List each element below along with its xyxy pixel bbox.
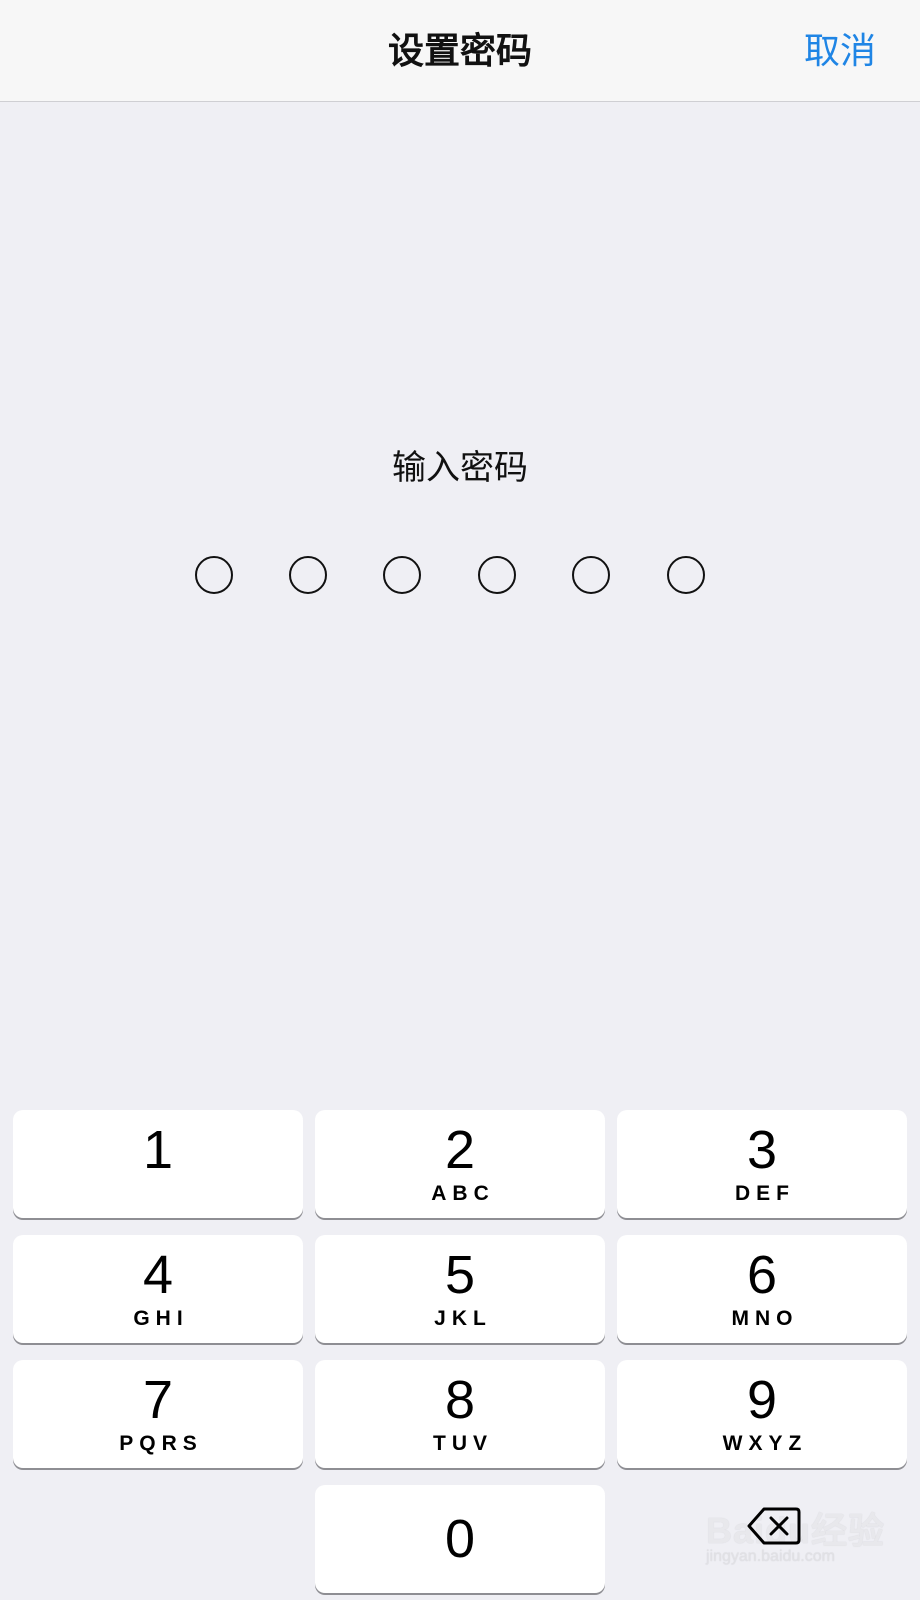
key-digit: 7 [142,1370,174,1430]
key-digit: 1 [142,1120,174,1180]
key-digit: 8 [444,1370,476,1430]
key-0[interactable]: 0 [315,1485,605,1593]
key-digit: 4 [142,1245,174,1305]
passcode-prompt: 输入密码 [392,448,528,488]
passcode-dot [667,556,705,594]
key-digit: 5 [444,1245,476,1305]
key-letters: TUV [433,1432,493,1455]
key-letters: DEF [735,1182,795,1205]
key-digit: 2 [444,1120,476,1180]
passcode-dot [478,556,516,594]
passcode-dot [289,556,327,594]
key-digit: 0 [444,1509,476,1569]
key-digit: 9 [746,1370,778,1430]
backspace-button[interactable] [746,1506,802,1546]
key-letters: WXYZ [722,1432,808,1455]
key-6[interactable]: 6 MNO [617,1235,907,1343]
key-digit: 6 [746,1245,778,1305]
key-letters: MNO [731,1307,799,1330]
key-9[interactable]: 9 WXYZ [617,1360,907,1468]
key-letters: PQRS [119,1432,203,1455]
passcode-dot [195,556,233,594]
passcode-dots [0,556,920,600]
key-8[interactable]: 8 TUV [315,1360,605,1468]
navigation-bar: 设置密码 取消 [0,0,920,102]
key-4[interactable]: 4 GHI [13,1235,303,1343]
key-1[interactable]: 1 [13,1110,303,1218]
passcode-dot [383,556,421,594]
cancel-button[interactable]: 取消 [804,24,876,80]
page-title: 设置密码 [387,31,532,72]
delete-left-icon [747,1507,801,1545]
passcode-dot [572,556,610,594]
key-2[interactable]: 2 ABC [315,1110,605,1218]
key-letters: GHI [133,1307,189,1330]
key-3[interactable]: 3 DEF [617,1110,907,1218]
key-letters: ABC [431,1182,495,1205]
key-letters: JKL [434,1307,492,1330]
key-digit: 3 [746,1120,778,1180]
key-7[interactable]: 7 PQRS [13,1360,303,1468]
key-5[interactable]: 5 JKL [315,1235,605,1343]
